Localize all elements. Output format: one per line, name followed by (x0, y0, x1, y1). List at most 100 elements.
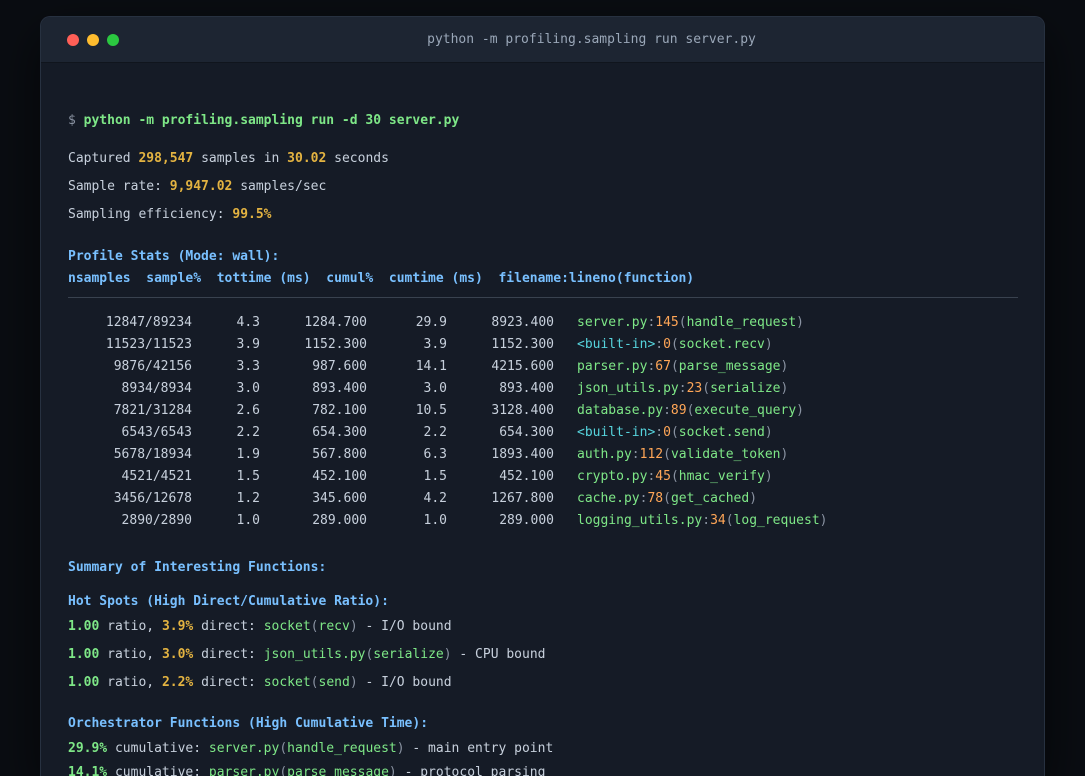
cell-nsamples: 4521/4521 (121, 469, 192, 484)
filename: parser.py (577, 359, 648, 374)
direct-pct: 3.0% (161, 647, 194, 662)
member-name: recv (318, 619, 350, 634)
table-row: 3456/12678 1.2 345.600 4.2 1267.800 cache.py:… (68, 488, 1018, 510)
cell-location: database.py:89(execute_query) (577, 400, 804, 422)
profile-stats-heading: Profile Stats (Mode: wall): (68, 249, 280, 264)
function-name: validate_token (670, 447, 781, 462)
prompt-symbol: $ (68, 113, 84, 128)
cell-sample-pct: 3.3 (236, 359, 260, 374)
member-name: serialize (373, 647, 444, 662)
punctuation: ) (819, 513, 828, 528)
ratio-value: 1.00 (68, 647, 100, 662)
line-number: 0 (663, 425, 671, 440)
cumulative-pct: 14.1% (68, 765, 108, 776)
table-column-header: nsamples sample% tottime (ms) cumul% cum… (68, 271, 695, 286)
table-row: 2890/2890 1.0 289.000 1.0 289.000 logging_uti… (68, 510, 1018, 532)
cell-nsamples: 7821/31284 (113, 403, 192, 418)
table-row: 9876/42156 3.3 987.600 14.1 4215.600 parser.p… (68, 356, 1018, 378)
filename: <built-in> (577, 425, 656, 440)
cell-location: server.py:145(handle_request) (577, 312, 804, 334)
cumulative-label: cumulative: (107, 765, 209, 776)
cell-tottime: 654.300 (312, 425, 367, 440)
punctuation: ( (670, 425, 679, 440)
cell-tottime: 782.100 (312, 403, 367, 418)
function-name: handle_request (686, 315, 797, 330)
filename: <built-in> (577, 337, 656, 352)
line-number: 34 (710, 513, 726, 528)
minimize-button[interactable] (87, 33, 99, 46)
target-name: json_utils.py (263, 647, 366, 662)
punctuation: ( (663, 491, 671, 506)
terminal-window: python -m profiling.sampling run server.… (40, 16, 1045, 776)
cell-sample-pct: 2.2 (236, 425, 260, 440)
target-name: parser.py (208, 765, 280, 776)
filename: logging_utils.py (577, 513, 703, 528)
punctuation: : (678, 381, 687, 396)
cell-cumtime: 452.100 (499, 469, 554, 484)
orchestrator-row: 29.9% cumulative: server.py(handle_reque… (68, 739, 1018, 759)
close-button[interactable] (67, 33, 79, 46)
punctuation: : (631, 447, 640, 462)
captured-mid-label: samples in (193, 151, 288, 166)
punctuation: : (655, 337, 664, 352)
punctuation: ) (780, 447, 789, 462)
cell-location: crypto.py:45(hmac_verify) (577, 466, 773, 488)
cell-nsamples: 2890/2890 (121, 513, 192, 528)
cell-nsamples: 3456/12678 (113, 491, 192, 506)
cell-location: <built-in>:0(socket.send) (577, 422, 773, 444)
terminal-output[interactable]: $ python -m profiling.sampling run -d 30… (41, 63, 1044, 776)
direct-pct: 3.9% (161, 619, 194, 634)
punctuation: ) (764, 425, 773, 440)
punctuation: ) (443, 647, 452, 662)
efficiency-value: 99.5% (232, 207, 272, 222)
duration-seconds: 30.02 (287, 151, 327, 166)
captured-suffix-label: seconds (326, 151, 389, 166)
cumulative-pct: 29.9% (68, 741, 108, 756)
cell-tottime: 452.100 (312, 469, 367, 484)
cell-cumtime: 289.000 (499, 513, 554, 528)
cell-tottime: 567.800 (312, 447, 367, 462)
cell-nsamples: 9876/42156 (113, 359, 192, 374)
punctuation: ( (279, 765, 288, 776)
hotspot-row: 1.00 ratio, 3.0% direct: json_utils.py(s… (68, 645, 1018, 665)
orchestrators-heading: Orchestrator Functions (High Cumulative … (68, 716, 429, 731)
cell-location: parser.py:67(parse_message) (577, 356, 788, 378)
note: - CPU bound (451, 647, 546, 662)
sample-rate-label: Sample rate: (68, 179, 170, 194)
command-line: $ python -m profiling.sampling run -d 30… (68, 111, 1018, 131)
window-title: python -m profiling.sampling run server.… (427, 32, 756, 47)
cell-location: logging_utils.py:34(log_request) (577, 510, 827, 532)
punctuation: ) (764, 469, 773, 484)
line-number: 23 (686, 381, 703, 396)
zoom-button[interactable] (107, 33, 119, 46)
samples-count: 298,547 (138, 151, 194, 166)
cell-cumul-pct: 10.5 (415, 403, 447, 418)
cell-sample-pct: 3.0 (236, 381, 260, 396)
punctuation: ( (279, 741, 288, 756)
cell-nsamples: 5678/18934 (113, 447, 192, 462)
target-name: server.py (208, 741, 280, 756)
punctuation: ) (388, 765, 397, 776)
hotspot-row: 1.00 ratio, 3.9% direct: socket(recv) - … (68, 617, 1018, 637)
punctuation: : (655, 425, 664, 440)
direct-label: direct: (193, 619, 264, 634)
table-row: 7821/31284 2.6 782.100 10.5 3128.400 database… (68, 400, 1018, 422)
punctuation: ( (310, 675, 319, 690)
note: - main entry point (404, 741, 554, 756)
filename: cache.py (577, 491, 640, 506)
line-number: 78 (647, 491, 664, 506)
cell-tottime: 987.600 (312, 359, 367, 374)
table-row: 11523/11523 3.9 1152.300 3.9 1152.300 <built-… (68, 334, 1018, 356)
function-name: get_cached (670, 491, 750, 506)
cell-tottime: 345.600 (312, 491, 367, 506)
ratio-label: ratio, (99, 675, 162, 690)
filename: database.py (577, 403, 664, 418)
member-name: handle_request (287, 741, 397, 756)
punctuation: ) (796, 403, 804, 418)
punctuation: ) (780, 381, 789, 396)
table-row: 6543/6543 2.2 654.300 2.2 654.300 <built-in>:… (68, 422, 1018, 444)
cell-cumul-pct: 6.3 (423, 447, 447, 462)
line-number: 0 (663, 337, 671, 352)
function-name: log_request (733, 513, 820, 528)
punctuation: : (702, 513, 711, 528)
